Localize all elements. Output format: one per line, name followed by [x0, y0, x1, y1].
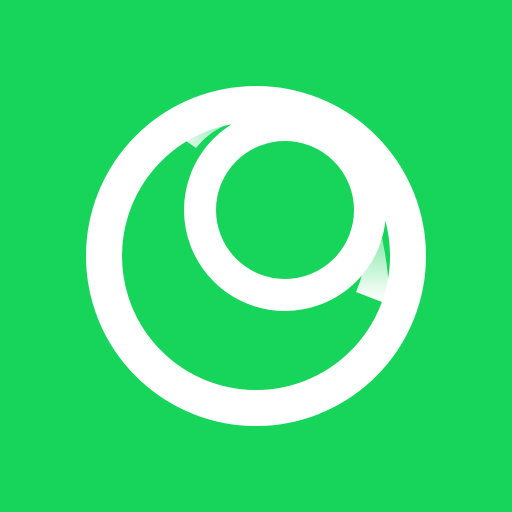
- app-icon-tile: [0, 0, 512, 512]
- background-fill: [0, 0, 512, 512]
- concentric-rings-logo-icon: [0, 0, 512, 512]
